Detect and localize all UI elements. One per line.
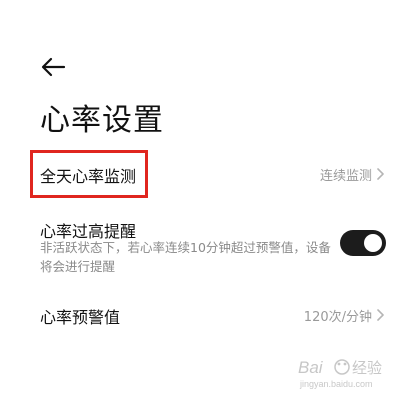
back-button[interactable] (40, 56, 66, 78)
baidu-jingyan-watermark: Bai 经验 jingyan.baidu.com (298, 358, 382, 389)
chevron-right-icon (377, 309, 384, 321)
high-heart-rate-alert-row: 心率过高提醒 非活跃状态下，若心率连续10分钟超过预警值，设备将会进行提醒 (0, 214, 420, 284)
highlight-annotation-box (30, 150, 148, 198)
page-title: 心率设置 (40, 103, 164, 138)
high-heart-rate-alert-description: 非活跃状态下，若心率连续10分钟超过预警值，设备将会进行提醒 (40, 240, 331, 274)
heart-rate-settings-screen: 心率设置 全天心率监测 连续监测 心率过高提醒 非活跃状态下，若心率连续10分钟… (0, 0, 420, 401)
svg-text:Bai: Bai (298, 358, 324, 377)
heart-rate-threshold-value: 120次/分钟 (303, 310, 372, 325)
heart-rate-threshold-label: 心率预警值 (40, 308, 121, 327)
high-heart-rate-alert-toggle[interactable] (340, 230, 386, 256)
chevron-right-icon (377, 168, 384, 180)
svg-text:jingyan.baidu.com: jingyan.baidu.com (299, 379, 373, 389)
svg-text:经验: 经验 (352, 359, 382, 377)
arrow-left-icon (41, 57, 66, 77)
heart-rate-threshold-row[interactable]: 心率预警值 120次/分钟 (0, 298, 420, 332)
all-day-monitoring-value: 连续监测 (319, 169, 372, 184)
toggle-knob (364, 234, 382, 252)
